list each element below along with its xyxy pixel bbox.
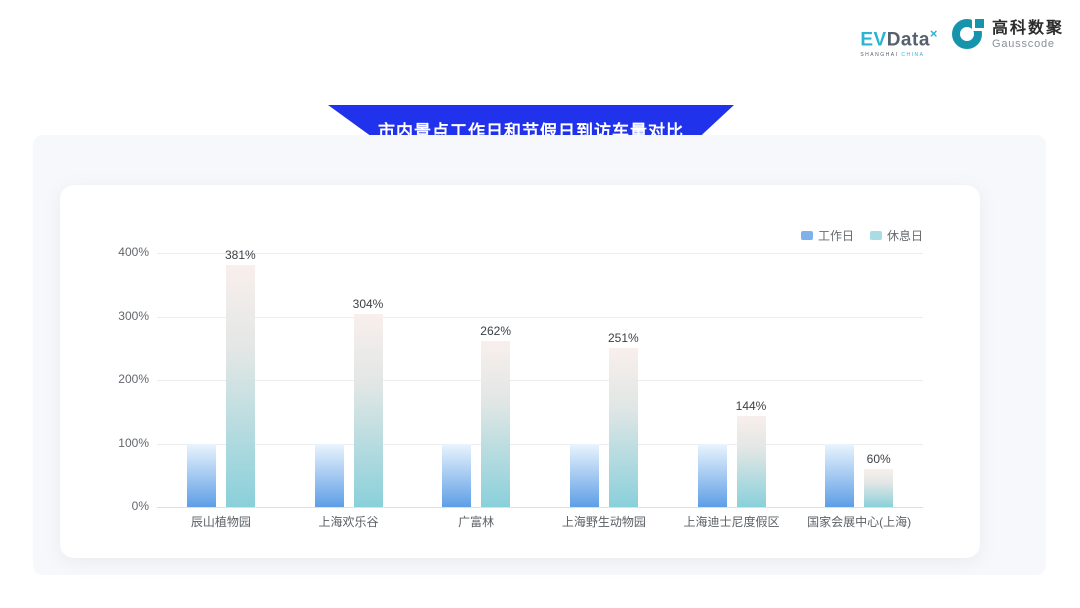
bar-workday[interactable] bbox=[442, 444, 471, 508]
legend-item-workday[interactable]: 工作日 bbox=[801, 227, 854, 244]
value-label: 304% bbox=[338, 297, 398, 311]
y-axis-tick: 200% bbox=[99, 372, 149, 386]
chart-card: 工作日 休息日 0%100%200%300%400%381%辰山植物园304%上… bbox=[60, 185, 980, 558]
chart-legend: 工作日 休息日 bbox=[157, 227, 923, 244]
y-axis-tick: 0% bbox=[99, 499, 149, 513]
value-label: 60% bbox=[849, 452, 909, 466]
y-axis-tick: 100% bbox=[99, 436, 149, 450]
evdata-subtitle: SHANGHAI CHINA bbox=[860, 52, 924, 58]
gridline bbox=[157, 317, 923, 318]
legend-swatch-restday bbox=[870, 231, 882, 240]
gridline bbox=[157, 253, 923, 254]
gridline bbox=[157, 380, 923, 381]
x-axis-category-label: 国家会展中心(上海) bbox=[779, 513, 939, 530]
bar-restday[interactable] bbox=[354, 314, 383, 507]
evdata-logo: EVData× SHANGHAI CHINA bbox=[860, 18, 938, 58]
y-axis-tick: 400% bbox=[99, 245, 149, 259]
legend-label-restday: 休息日 bbox=[887, 227, 923, 244]
value-label: 262% bbox=[466, 324, 526, 338]
bar-restday[interactable] bbox=[609, 348, 638, 507]
value-label: 251% bbox=[593, 331, 653, 345]
legend-swatch-workday bbox=[801, 231, 813, 240]
gridline bbox=[157, 507, 923, 508]
evdata-wordmark: EVData× bbox=[860, 24, 938, 50]
header-logos: EVData× SHANGHAI CHINA 高科数聚 Gausscode bbox=[860, 18, 1064, 58]
bar-restday[interactable] bbox=[864, 469, 893, 507]
gausscode-logo: 高科数聚 Gausscode bbox=[952, 18, 1064, 52]
bar-restday[interactable] bbox=[226, 265, 255, 507]
value-label: 144% bbox=[721, 399, 781, 413]
bar-workday[interactable] bbox=[698, 444, 727, 508]
gausscode-icon bbox=[952, 18, 986, 52]
plot-area: 0%100%200%300%400%381%辰山植物园304%上海欢乐谷262%… bbox=[157, 253, 923, 507]
bar-workday[interactable] bbox=[187, 444, 216, 508]
legend-label-workday: 工作日 bbox=[818, 227, 854, 244]
gausscode-en-name: Gausscode bbox=[992, 38, 1064, 51]
legend-item-restday[interactable]: 休息日 bbox=[870, 227, 923, 244]
bar-workday[interactable] bbox=[570, 444, 599, 508]
bar-workday[interactable] bbox=[315, 444, 344, 508]
bar-restday[interactable] bbox=[737, 416, 766, 507]
gridline bbox=[157, 444, 923, 445]
page: EVData× SHANGHAI CHINA 高科数聚 Gausscode 市内… bbox=[0, 0, 1080, 608]
y-axis-tick: 300% bbox=[99, 309, 149, 323]
value-label: 381% bbox=[210, 248, 270, 262]
gausscode-cn-name: 高科数聚 bbox=[992, 20, 1064, 38]
bar-restday[interactable] bbox=[481, 341, 510, 507]
